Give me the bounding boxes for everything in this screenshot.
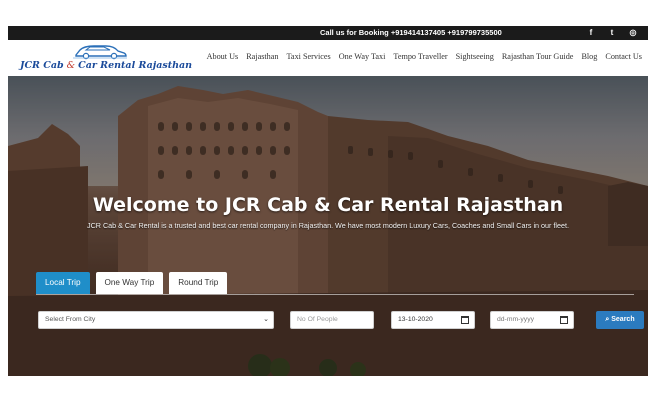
return-date-input[interactable]: dd-mm-yyyy bbox=[490, 311, 574, 329]
hero-title: Welcome to JCR Cab & Car Rental Rajastha… bbox=[92, 194, 564, 216]
facebook-icon[interactable]: f bbox=[586, 28, 596, 37]
page-frame: Call us for Booking +919414137405 +91979… bbox=[8, 26, 648, 376]
from-city-value: Select From City bbox=[45, 316, 96, 323]
search-label: Search bbox=[611, 316, 635, 323]
twitter-icon[interactable]: t bbox=[607, 28, 617, 37]
nav-item-rajasthan[interactable]: Rajasthan bbox=[246, 52, 278, 61]
top-bar: Call us for Booking +919414137405 +91979… bbox=[8, 26, 648, 40]
nav-item-one-way-taxi[interactable]: One Way Taxi bbox=[339, 52, 386, 61]
date-value: 13-10-2020 bbox=[398, 316, 433, 323]
search-button[interactable]: ⌕ Search bbox=[596, 311, 644, 329]
return-date-placeholder: dd-mm-yyyy bbox=[497, 316, 535, 323]
booking-phone-text: Call us for Booking +919414137405 +91979… bbox=[320, 28, 502, 37]
brand-name: JCR Cab & Car Rental Rajasthan bbox=[20, 60, 192, 71]
trip-tabs: Local Trip One Way Trip Round Trip bbox=[36, 272, 228, 294]
brand-ampersand: & bbox=[66, 60, 76, 71]
calendar-icon[interactable] bbox=[461, 316, 469, 324]
booking-form: Select From City ⌄ No Of People 13-10-20… bbox=[38, 311, 644, 333]
search-icon: ⌕ bbox=[605, 316, 610, 323]
brand-part-1: JCR Cab bbox=[20, 60, 64, 71]
instagram-icon[interactable]: ◎ bbox=[628, 28, 638, 37]
tab-local-trip[interactable]: Local Trip bbox=[36, 272, 90, 294]
hero-subtitle: JCR Cab & Car Rental is a trusted and be… bbox=[86, 221, 570, 230]
brand-part-2: Car Rental Rajasthan bbox=[78, 60, 193, 71]
car-logo-icon bbox=[73, 45, 127, 60]
tab-one-way-trip[interactable]: One Way Trip bbox=[95, 272, 164, 294]
main-navbar: JCR Cab & Car Rental Rajasthan About Us … bbox=[8, 40, 648, 76]
nav-item-about-us[interactable]: About Us bbox=[207, 52, 239, 61]
nav-menu: About Us Rajasthan Taxi Services One Way… bbox=[207, 52, 642, 61]
tabs-divider bbox=[36, 294, 634, 295]
nav-item-tempo-traveller[interactable]: Tempo Traveller bbox=[393, 52, 447, 61]
nav-item-taxi-services[interactable]: Taxi Services bbox=[287, 52, 331, 61]
hero-banner: Welcome to JCR Cab & Car Rental Rajastha… bbox=[8, 76, 648, 376]
nav-item-tour-guide[interactable]: Rajasthan Tour Guide bbox=[502, 52, 574, 61]
people-placeholder: No Of People bbox=[297, 316, 338, 323]
date-input[interactable]: 13-10-2020 bbox=[391, 311, 475, 329]
nav-item-contact-us[interactable]: Contact Us bbox=[605, 52, 642, 61]
social-links: f t ◎ bbox=[586, 28, 638, 37]
people-input[interactable]: No Of People bbox=[290, 311, 374, 329]
site-logo[interactable]: JCR Cab & Car Rental Rajasthan bbox=[20, 42, 192, 74]
tab-round-trip[interactable]: Round Trip bbox=[169, 272, 228, 294]
nav-item-blog[interactable]: Blog bbox=[581, 52, 597, 61]
from-city-select[interactable]: Select From City ⌄ bbox=[38, 311, 274, 329]
nav-item-sightseeing[interactable]: Sightseeing bbox=[456, 52, 494, 61]
chevron-down-icon: ⌄ bbox=[263, 316, 269, 323]
calendar-icon[interactable] bbox=[560, 316, 568, 324]
